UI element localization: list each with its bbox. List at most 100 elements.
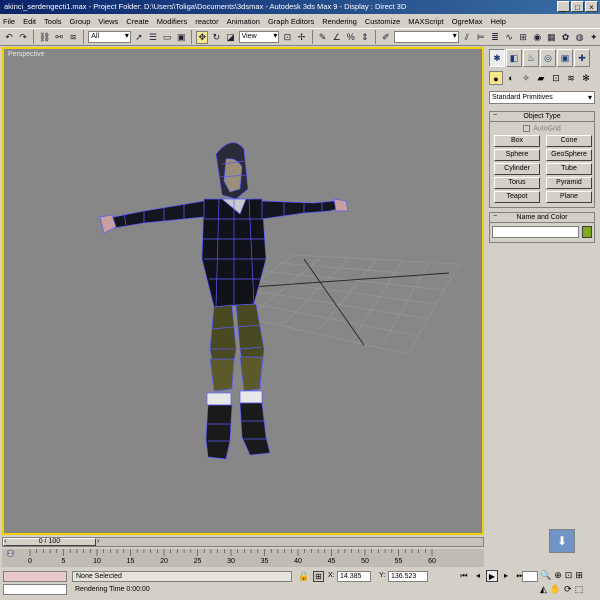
select-and-link-icon[interactable]: ⛓ (38, 30, 52, 44)
current-frame-field[interactable] (522, 571, 538, 582)
space-warps-icon[interactable]: ≋ (564, 71, 578, 85)
zoom-icon[interactable]: 🔍 (540, 570, 551, 581)
align-icon[interactable]: ⊨ (474, 30, 487, 44)
select-object-icon[interactable]: ➚ (132, 30, 146, 44)
tube-button[interactable]: Tube (546, 163, 592, 176)
plane-button[interactable]: Plane (546, 191, 592, 204)
menu-item-maxscript[interactable]: MAXScript (408, 17, 443, 26)
layer-manager-icon[interactable]: ≣ (488, 30, 502, 44)
quick-render-icon[interactable]: ✿ (559, 30, 572, 44)
rectangular-selection-icon[interactable]: ▭ (161, 30, 174, 44)
time-slider[interactable]: ‹ 0 / 100 › (2, 537, 484, 547)
previous-frame-icon[interactable]: ◂ (472, 570, 484, 582)
menu-item-ogremax[interactable]: OgreMax (452, 17, 483, 26)
autogrid-checkbox[interactable]: AutoGrid (490, 125, 594, 132)
select-and-move-icon[interactable]: ✥ (196, 30, 209, 44)
box-button[interactable]: Box (494, 135, 540, 148)
next-frame-icon[interactable]: › (97, 538, 99, 545)
maximize-viewport-icon[interactable]: ⬚ (575, 584, 584, 595)
teapot-button[interactable]: Teapot (494, 191, 540, 204)
menu-item-customize[interactable]: Customize (365, 17, 400, 26)
maximize-button[interactable]: □ (571, 1, 584, 12)
systems-icon[interactable]: ✻ (579, 71, 593, 85)
time-slider-thumb[interactable]: ‹ 0 / 100 (3, 538, 96, 546)
menu-item-file[interactable]: File (3, 17, 15, 26)
named-selection-icon[interactable]: ✐ (379, 30, 392, 44)
material-editor-icon[interactable]: ◉ (531, 30, 544, 44)
absolute-mode-icon[interactable]: ⊞ (313, 571, 324, 582)
menu-item-views[interactable]: Views (98, 17, 118, 26)
reference-coordinate-dropdown[interactable]: View (238, 31, 280, 43)
zoom-extents-all-icon[interactable]: ⊞ (575, 570, 583, 581)
create-tab-icon[interactable]: ✱ (489, 49, 505, 67)
geometry-icon[interactable]: ● (489, 71, 503, 85)
torus-button[interactable]: Torus (494, 177, 540, 190)
close-button[interactable]: × (585, 1, 598, 12)
menu-item-tools[interactable]: Tools (44, 17, 62, 26)
track-bar[interactable]: ⚇ 0 5 10 15 20 25 30 35 40 45 50 55 60 (2, 549, 484, 567)
curve-editor-icon[interactable]: ∿ (503, 30, 516, 44)
unlink-icon[interactable]: ⚯ (53, 30, 66, 44)
undo-icon[interactable]: ↶ (3, 30, 16, 44)
menu-item-help[interactable]: Help (491, 17, 506, 26)
menu-item-edit[interactable]: Edit (23, 17, 36, 26)
menu-item-reactor[interactable]: reactor (195, 17, 218, 26)
primitive-category-dropdown[interactable]: Standard Primitives (489, 91, 595, 104)
schematic-view-icon[interactable]: ⊞ (517, 30, 530, 44)
redo-icon[interactable]: ↷ (17, 30, 30, 44)
play-icon[interactable]: ▶ (486, 570, 498, 582)
select-and-scale-icon[interactable]: ◪ (224, 30, 237, 44)
zoom-extents-icon[interactable]: ⊡ (565, 570, 573, 581)
pivot-point-icon[interactable]: ⊡ (281, 30, 294, 44)
motion-tab-icon[interactable]: ◎ (540, 49, 556, 67)
zoom-all-icon[interactable]: ⊕ (554, 570, 562, 581)
object-color-swatch[interactable] (582, 226, 592, 238)
pyramid-button[interactable]: Pyramid (546, 177, 592, 190)
percent-snap-icon[interactable]: % (344, 30, 357, 44)
display-tab-icon[interactable]: ▣ (557, 49, 573, 67)
hierarchy-tab-icon[interactable]: ♨ (523, 49, 539, 67)
render-scene-icon[interactable]: ▦ (545, 30, 558, 44)
menu-item-modifiers[interactable]: Modifiers (157, 17, 187, 26)
minimize-button[interactable]: _ (557, 1, 570, 12)
maxscript-listener-input[interactable] (3, 571, 67, 582)
prev-frame-icon[interactable]: ‹ (4, 538, 6, 545)
selection-lock-icon[interactable]: 🔒 (298, 571, 309, 582)
orbit-icon[interactable]: ⟳ (564, 584, 572, 595)
modify-tab-icon[interactable]: ◧ (506, 49, 522, 67)
named-selection-sets-dropdown[interactable] (394, 31, 459, 43)
y-coord-field[interactable]: 136.523 (388, 571, 428, 582)
bind-space-warp-icon[interactable]: ≋ (67, 30, 80, 44)
spinner-snap-icon[interactable]: ⇕ (358, 30, 371, 44)
helpers-icon[interactable]: ⊡ (549, 71, 563, 85)
lights-icon[interactable]: ✧ (519, 71, 533, 85)
object-name-input[interactable] (492, 226, 580, 238)
next-frame-button-icon[interactable]: ▸ (500, 570, 512, 582)
selection-filter-dropdown[interactable]: All (88, 31, 131, 43)
x-coord-field[interactable]: 14.385 (337, 571, 371, 582)
field-of-view-icon[interactable]: ◭ (540, 584, 547, 595)
cylinder-button[interactable]: Cylinder (494, 163, 540, 176)
maxscript-output-field[interactable] (3, 584, 67, 595)
object-type-rollout-header[interactable]: Object Type (489, 111, 595, 122)
cone-button[interactable]: Cone (546, 135, 592, 148)
render-type-icon[interactable]: ◍ (573, 30, 586, 44)
perspective-viewport[interactable]: Perspective (2, 47, 484, 535)
cameras-icon[interactable]: ▰ (534, 71, 548, 85)
viewport-navigation-icon[interactable]: ⬇ (549, 529, 575, 553)
window-crossing-icon[interactable]: ▣ (175, 30, 188, 44)
menu-item-animation[interactable]: Animation (227, 17, 260, 26)
geosphere-button[interactable]: GeoSphere (546, 149, 592, 162)
name-and-color-rollout-header[interactable]: Name and Color (489, 212, 595, 223)
select-manipulate-icon[interactable]: ✢ (295, 30, 308, 44)
render-last-icon[interactable]: ✦ (587, 30, 600, 44)
snaps-toggle-icon[interactable]: ✎ (316, 30, 329, 44)
menu-item-group[interactable]: Group (70, 17, 91, 26)
menu-item-create[interactable]: Create (126, 17, 149, 26)
pan-icon[interactable]: ✋ (550, 584, 561, 595)
angle-snap-icon[interactable]: ∠ (330, 30, 343, 44)
shapes-icon[interactable]: ◐ (504, 71, 518, 85)
mirror-icon[interactable]: ⫽ (460, 30, 473, 44)
menu-item-graph-editors[interactable]: Graph Editors (268, 17, 314, 26)
menu-item-rendering[interactable]: Rendering (322, 17, 357, 26)
